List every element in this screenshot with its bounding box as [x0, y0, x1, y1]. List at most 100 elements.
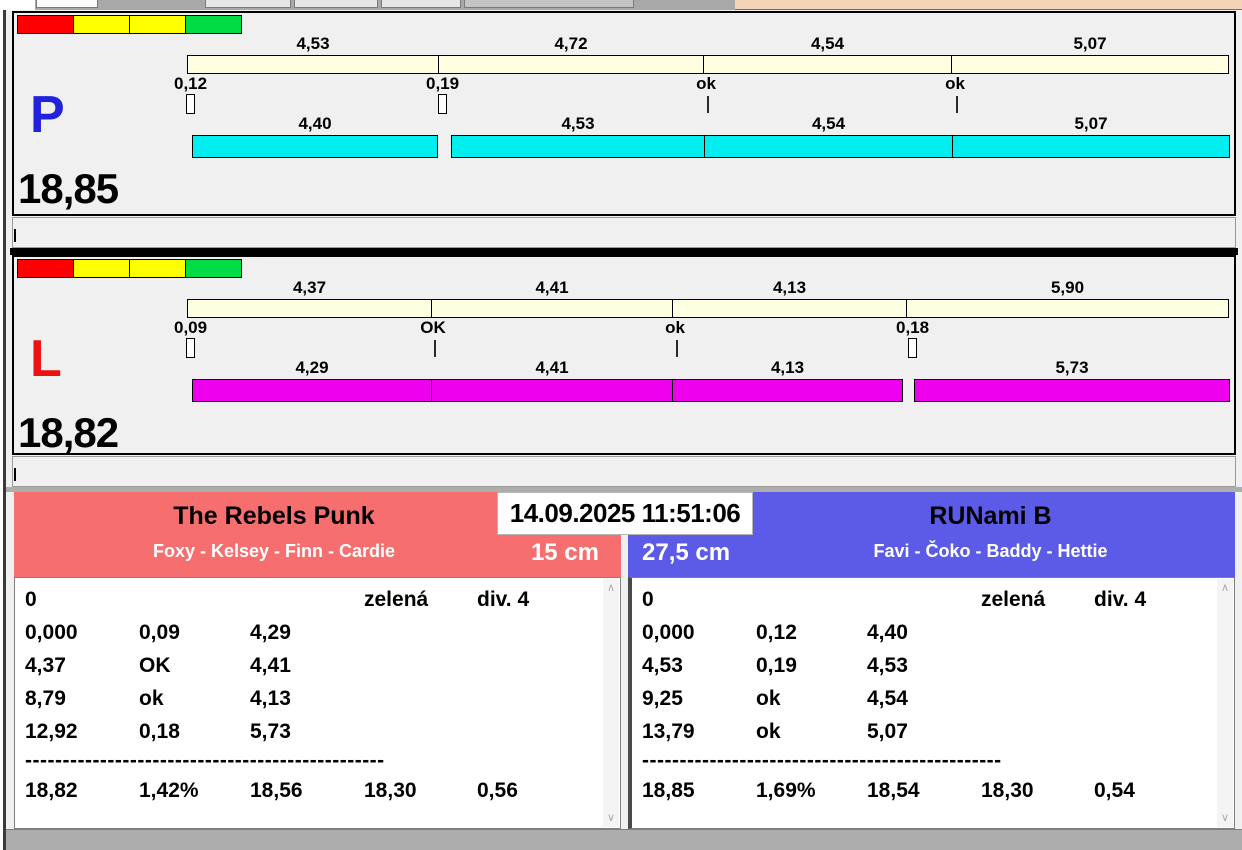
- log-cell: [477, 616, 587, 649]
- ok-tick-marker: [956, 96, 958, 113]
- top-split-bar: [187, 55, 1229, 74]
- team-dogs: Foxy - Kelsey - Finn - Cardie: [14, 541, 534, 562]
- log-summary-row: 18,851,69%18,5418,300,54: [642, 774, 1210, 807]
- log-row: 13,79ok5,07: [642, 715, 1210, 748]
- log-cell: 0,09: [139, 616, 250, 649]
- split-time-label: 5,90: [906, 278, 1229, 297]
- log-cell: [1094, 682, 1204, 715]
- log-cell: [981, 616, 1094, 649]
- log-cell: 18,85: [642, 774, 756, 807]
- log-summary-row: 18,821,42%18,5618,300,56: [25, 774, 596, 807]
- run-log-left: 0zelenádiv. 40,0000,094,294,37OK4,418,79…: [14, 577, 621, 829]
- split-segment: [951, 55, 1229, 74]
- scrollbar-down-arrow[interactable]: ∨: [603, 811, 619, 825]
- log-cell: [139, 583, 250, 616]
- log-row: 4,37OK4,41: [25, 649, 596, 682]
- lane-total-time: 18,82: [18, 412, 118, 454]
- log-cell: 5,07: [867, 715, 981, 748]
- log-cell: [250, 583, 364, 616]
- split-time-label: 4,29: [192, 358, 432, 377]
- fault-box-marker: [908, 338, 917, 358]
- team-name: RUNami B: [753, 502, 1228, 531]
- start-light-box: [17, 259, 74, 278]
- background-window-fragment: [205, 0, 291, 8]
- log-cell: 0: [25, 583, 139, 616]
- lane-letter: L: [30, 333, 62, 385]
- fault-label: ok: [645, 319, 705, 336]
- log-cell: 18,54: [867, 774, 981, 807]
- background-window-fragment: [381, 0, 461, 8]
- log-cell: 12,92: [25, 715, 139, 748]
- log-cell: 4,53: [642, 649, 756, 682]
- split-time-label: 4,41: [431, 278, 673, 297]
- lane-track: 4,534,724,545,07 0,120,19okok 4,404,534,…: [187, 13, 1232, 214]
- run-log-rows: 0zelenádiv. 40,0000,094,294,37OK4,418,79…: [25, 583, 596, 824]
- log-row: 0,0000,094,29: [25, 616, 596, 649]
- fault-label: 0,18: [896, 319, 976, 336]
- top-split-labels: 4,534,724,545,07: [187, 34, 1229, 53]
- split-segment: [914, 379, 1230, 402]
- bottom-split-labels: 4,294,414,135,73: [192, 358, 1230, 377]
- log-cell: 0,000: [25, 616, 139, 649]
- log-cell: 0,54: [1094, 774, 1204, 807]
- log-cell: 4,29: [250, 616, 364, 649]
- split-segment: [192, 379, 432, 402]
- split-time-label: 4,40: [192, 114, 438, 133]
- log-cell: ok: [756, 715, 867, 748]
- ok-tick-marker: [434, 340, 436, 357]
- split-time-label: 4,53: [187, 34, 439, 53]
- log-cell: [981, 649, 1094, 682]
- log-cell: [1094, 649, 1204, 682]
- desktop-edge-strip: [0, 0, 1242, 10]
- log-row: 4,530,194,53: [642, 649, 1210, 682]
- scrollbar[interactable]: ∧ ∨: [603, 579, 619, 827]
- split-time-label: 5,73: [914, 358, 1230, 377]
- log-cell: zelená: [981, 583, 1094, 616]
- top-split-bar: [187, 299, 1229, 318]
- log-cell: 4,41: [250, 649, 364, 682]
- log-cell: 0,56: [477, 774, 587, 807]
- split-time-label: 5,07: [951, 34, 1229, 53]
- scrollbar-up-arrow[interactable]: ∧: [1217, 581, 1233, 595]
- jump-height-badge: 27,5 cm: [642, 539, 730, 567]
- log-cell: div. 4: [1094, 583, 1204, 616]
- log-cell: 0,12: [756, 616, 867, 649]
- scrollbar[interactable]: ∧ ∨: [1217, 579, 1233, 827]
- timer-window: P 18,85 4,534,724,545,07 0,120,19okok 4,…: [0, 10, 1242, 850]
- flyball-timing-screen: { "timestamp": "14.09.2025 11:51:06", "c…: [0, 0, 1242, 850]
- start-light-box: [129, 259, 186, 278]
- fault-label: ok: [925, 75, 985, 92]
- team-name: The Rebels Punk: [14, 502, 534, 531]
- split-time-label: 4,72: [438, 34, 704, 53]
- log-cell: 18,30: [981, 774, 1094, 807]
- scrollbar-up-arrow[interactable]: ∧: [603, 581, 619, 595]
- scrollbar-down-arrow[interactable]: ∨: [1217, 811, 1233, 825]
- log-cell: [981, 682, 1094, 715]
- top-split-labels: 4,374,414,135,90: [187, 278, 1229, 297]
- log-cell: 18,30: [364, 774, 477, 807]
- split-time-label: 4,54: [703, 34, 952, 53]
- log-row: 9,25ok4,54: [642, 682, 1210, 715]
- split-segment: [703, 55, 952, 74]
- log-cell: [364, 715, 477, 748]
- fault-label: ok: [676, 75, 736, 92]
- log-cell: zelená: [364, 583, 477, 616]
- log-cell: [364, 616, 477, 649]
- fault-label: 0,09: [174, 319, 254, 336]
- log-cell: [1094, 616, 1204, 649]
- fault-label: 0,12: [174, 75, 254, 92]
- fault-box-marker: [186, 94, 195, 114]
- run-log-rows: 0zelenádiv. 40,0000,124,404,530,194,539,…: [642, 583, 1210, 824]
- log-cell: 1,69%: [756, 774, 867, 807]
- log-cell: ok: [756, 682, 867, 715]
- log-cell: [867, 583, 981, 616]
- lane-letter: P: [30, 89, 65, 141]
- split-segment: [672, 299, 907, 318]
- split-time-label: 5,07: [952, 114, 1230, 133]
- log-cell: 0,18: [139, 715, 250, 748]
- fault-box-marker: [438, 94, 447, 114]
- start-light-box: [129, 15, 186, 34]
- split-time-label: 4,53: [451, 114, 705, 133]
- log-cell: 4,40: [867, 616, 981, 649]
- team-dogs: Favi - Čoko - Baddy - Hettie: [753, 541, 1228, 562]
